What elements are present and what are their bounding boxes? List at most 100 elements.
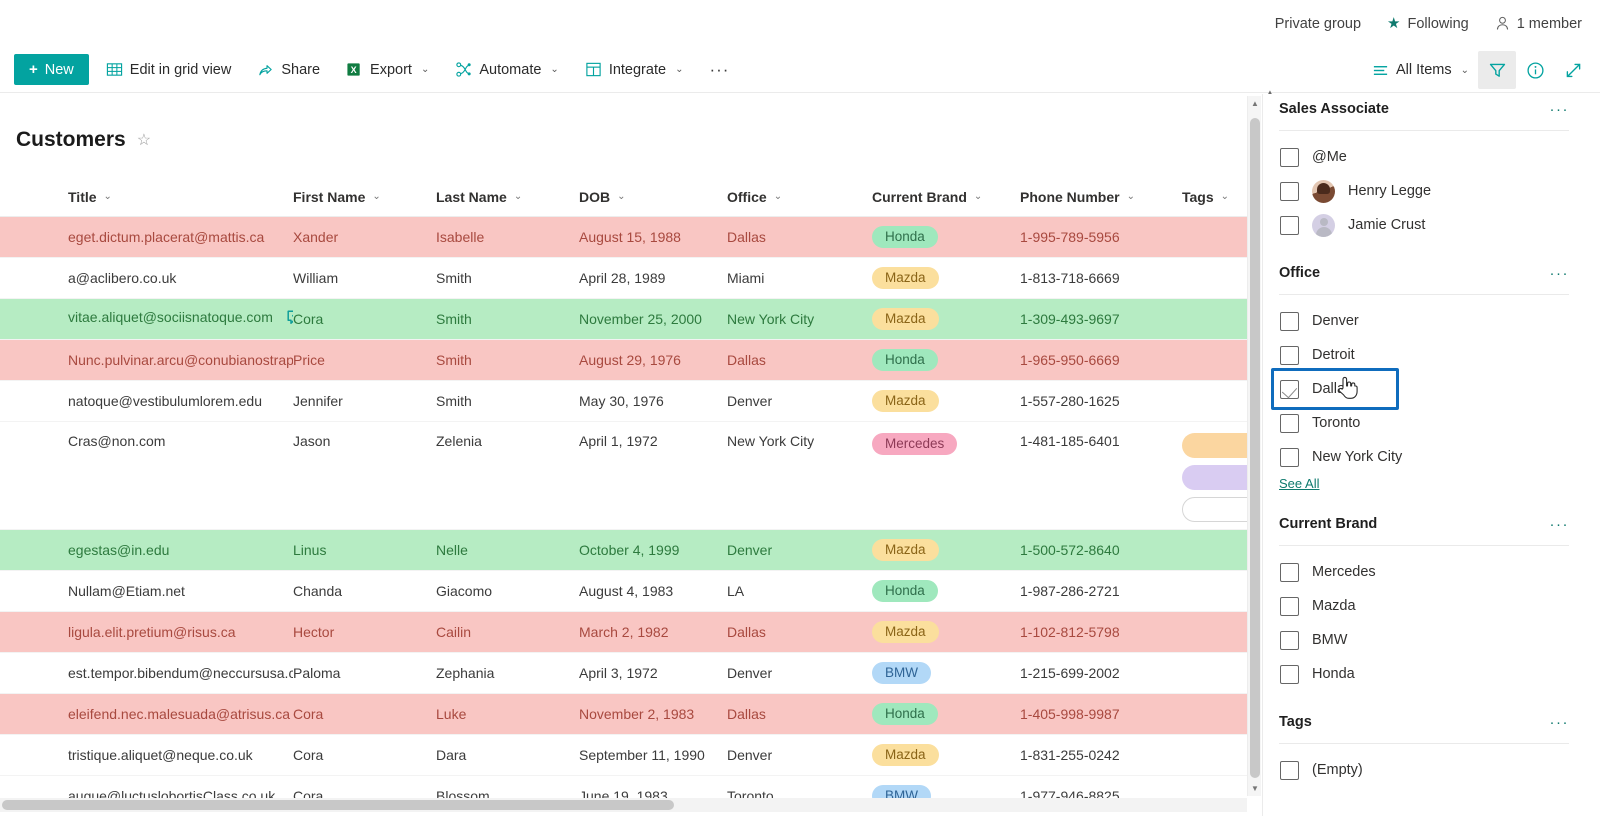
filter-checkbox[interactable]	[1280, 413, 1299, 433]
cell-title-text[interactable]: est.tempor.bibendum@neccursusa.com	[68, 665, 293, 681]
cell-title-text[interactable]: eleifend.nec.malesuada@atrisus.ca	[68, 706, 290, 722]
cell-title-text[interactable]: egestas@in.edu	[68, 542, 169, 558]
details-info-button[interactable]	[1516, 51, 1554, 89]
share-button[interactable]: Share	[248, 53, 329, 87]
filter-checkbox[interactable]	[1280, 345, 1299, 365]
filter-option-honda[interactable]: Honda	[1279, 657, 1585, 691]
cell-phone-number: 1-977-946-8825	[1020, 775, 1182, 798]
filter-checkbox[interactable]	[1280, 379, 1299, 399]
filter-option-mazda[interactable]: Mazda	[1279, 589, 1585, 623]
grid-vertical-scrollbar[interactable]: ▲ ▼	[1247, 96, 1261, 796]
more-commands-button[interactable]: ···	[700, 53, 738, 87]
cell-title-text[interactable]: eget.dictum.placerat@mattis.ca	[68, 229, 264, 245]
filter-checkbox[interactable]	[1280, 596, 1299, 616]
table-row[interactable]: ligula.elit.pretium@risus.ca Hector Cailin…	[0, 611, 1247, 653]
cell-title-text[interactable]: a@aclibero.co.uk	[68, 270, 176, 286]
column-header-tags[interactable]: Tags ⌄	[1182, 180, 1247, 217]
cell-title-text[interactable]: tristique.aliquet@neque.co.uk	[68, 747, 253, 763]
table-row[interactable]: Nunc.pulvinar.arcu@conubianostraper.eduP…	[0, 339, 1247, 381]
filter-group-menu-button[interactable]: ···	[1550, 101, 1570, 118]
table-row[interactable]: Cras@non.com Jason Zelenia April 1, 1972 New…	[0, 421, 1247, 530]
filter-group-menu-button[interactable]: ···	[1550, 516, 1570, 533]
filter-option-jamie-crust[interactable]: Jamie Crust	[1279, 208, 1585, 242]
column-header-first-name[interactable]: First Name ⌄	[293, 180, 436, 217]
filter-option-new-york-city[interactable]: New York City	[1279, 440, 1585, 474]
table-row[interactable]: augue@luctuslobortisClass.co.uk Cora Bloss…	[0, 775, 1247, 798]
cell-phone-number: 1-500-572-8640	[1020, 529, 1182, 571]
cell-first-name: Jennifer	[293, 380, 436, 422]
cell-last-name-text: Isabelle	[436, 228, 485, 245]
filter-checkbox[interactable]	[1280, 630, 1299, 650]
filter-option-label: BMW	[1312, 632, 1348, 648]
new-button[interactable]: + New	[14, 54, 89, 85]
column-header-title[interactable]: Title ⌄	[0, 180, 293, 217]
table-row[interactable]: eleifend.nec.malesuada@atrisus.ca Cora Luk…	[0, 693, 1247, 735]
filter-checkbox[interactable]	[1280, 215, 1299, 235]
filter-option-bmw[interactable]: BMW	[1279, 623, 1585, 657]
filter-option-detroit[interactable]: Detroit	[1279, 338, 1585, 372]
table-row[interactable]: Nullam@Etiam.net Chanda Giacomo August 4, 1…	[0, 570, 1247, 612]
cell-last-name: Zephania	[436, 652, 579, 694]
filter-option-toronto[interactable]: Toronto	[1279, 406, 1585, 440]
table-row[interactable]: vitae.aliquet@sociisnatoque.com Cora Smith…	[0, 298, 1247, 340]
filter-option-denver[interactable]: Denver	[1279, 304, 1585, 338]
view-selector-button[interactable]: All Items ⌄	[1363, 53, 1478, 87]
cell-title-text[interactable]: Cras@non.com	[68, 433, 165, 449]
cell-title-text[interactable]: vitae.aliquet@sociisnatoque.com	[68, 309, 273, 325]
cell-title-text[interactable]: Nunc.pulvinar.arcu@conubianostraper.edu	[68, 352, 293, 368]
cell-title-text[interactable]: natoque@vestibulumlorem.edu	[68, 393, 262, 409]
cell-phone-number-text: 1-102-812-5798	[1020, 623, 1120, 640]
cell-dob: August 15, 1988	[579, 216, 727, 258]
filter-checkbox[interactable]	[1280, 147, 1299, 167]
following-button[interactable]: ★ Following	[1387, 16, 1469, 32]
cell-phone-number-text: 1-831-255-0242	[1020, 746, 1120, 763]
filter-checkbox[interactable]	[1280, 664, 1299, 684]
filter-checkbox[interactable]	[1280, 562, 1299, 582]
see-all-link[interactable]: See All	[1279, 476, 1319, 491]
column-header-dob[interactable]: DOB ⌄	[579, 180, 727, 217]
cell-title-text[interactable]: Nullam@Etiam.net	[68, 583, 185, 599]
filter-option-label: Dallas	[1312, 381, 1353, 397]
table-row[interactable]: egestas@in.edu Linus Nelle October 4, 1999 D…	[0, 529, 1247, 571]
filter-option-me[interactable]: @Me	[1279, 140, 1585, 174]
table-row[interactable]: eget.dictum.placerat@mattis.ca Xander Isab…	[0, 216, 1247, 258]
filter-button[interactable]	[1478, 51, 1516, 89]
table-row[interactable]: tristique.aliquet@neque.co.uk Cora Dara Sep…	[0, 734, 1247, 776]
filter-group-menu-button[interactable]: ···	[1550, 265, 1570, 282]
expand-full-screen-button[interactable]	[1554, 51, 1592, 89]
filter-option-empty[interactable]: (Empty)	[1279, 753, 1585, 787]
filter-checkbox[interactable]	[1280, 311, 1299, 331]
grid-horizontal-scrollbar[interactable]	[0, 798, 1247, 812]
filter-checkbox[interactable]	[1280, 760, 1299, 780]
star-filled-icon: ★	[1387, 15, 1401, 32]
table-row[interactable]: a@aclibero.co.uk William Smith April 28, 19…	[0, 257, 1247, 299]
column-header-current-brand[interactable]: Current Brand ⌄	[872, 180, 1020, 217]
cell-title-text[interactable]: augue@luctuslobortisClass.co.uk	[68, 788, 275, 799]
column-header-phone-number[interactable]: Phone Number ⌄	[1020, 180, 1182, 217]
cell-office-text: Dallas	[727, 351, 766, 368]
edit-in-grid-view-button[interactable]: Edit in grid view	[97, 53, 241, 87]
favorite-star-icon[interactable]: ☆	[137, 130, 151, 150]
scroll-up-arrow-icon[interactable]: ▲	[1251, 99, 1259, 108]
filter-option-dallas[interactable]: Dallas	[1279, 372, 1585, 406]
members-button[interactable]: 1 member	[1495, 16, 1582, 32]
scroll-down-arrow-icon[interactable]: ▼	[1251, 784, 1259, 793]
table-row[interactable]: natoque@vestibulumlorem.edu Jennifer Smith…	[0, 380, 1247, 422]
grid-vertical-scroll-thumb[interactable]	[1250, 118, 1260, 778]
filter-option-mercedes[interactable]: Mercedes	[1279, 555, 1585, 589]
filter-checkbox[interactable]	[1280, 181, 1299, 201]
integrate-button[interactable]: Integrate ⌄	[576, 53, 693, 87]
column-header-last-name[interactable]: Last Name ⌄	[436, 180, 579, 217]
automate-button[interactable]: Automate ⌄	[446, 53, 567, 87]
column-header-office[interactable]: Office ⌄	[727, 180, 872, 217]
table-row[interactable]: est.tempor.bibendum@neccursusa.com Paloma…	[0, 652, 1247, 694]
cell-title-text[interactable]: ligula.elit.pretium@risus.ca	[68, 624, 236, 640]
filter-option-henry-legge[interactable]: Henry Legge	[1279, 174, 1585, 208]
cell-last-name: Isabelle	[436, 216, 579, 258]
grid-horizontal-scroll-thumb[interactable]	[2, 800, 674, 810]
export-button[interactable]: X Export ⌄	[337, 53, 438, 87]
filter-checkbox[interactable]	[1280, 447, 1299, 467]
cell-last-name: Smith	[436, 339, 579, 381]
chevron-down-icon: ⌄	[372, 191, 381, 203]
filter-group-menu-button[interactable]: ···	[1550, 714, 1570, 731]
